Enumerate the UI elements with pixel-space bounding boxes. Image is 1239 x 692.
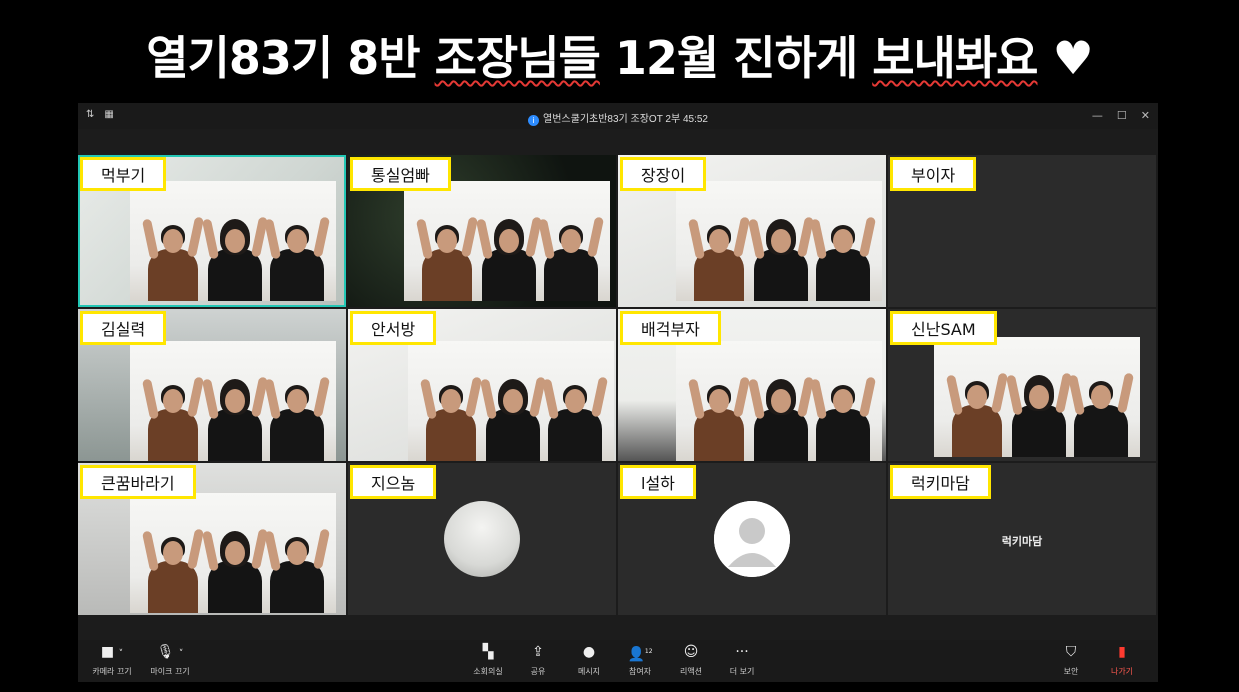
participant-count-badge: 12 <box>644 648 653 655</box>
mic-label: 마이크 끄기 <box>150 667 190 676</box>
person-figure <box>263 351 331 461</box>
group-photo <box>676 181 882 301</box>
headline: 열기83기 8반 조장님들 12월 진하게 보내봐요 ♥ <box>0 22 1239 88</box>
video-tile[interactable]: 통실엄빠 <box>348 155 616 307</box>
person-figure <box>263 503 331 613</box>
person-figure <box>419 351 483 461</box>
person-figure <box>201 351 269 461</box>
participant-label: 통실엄빠 <box>350 157 451 191</box>
video-tile[interactable]: 안서방 <box>348 309 616 461</box>
person-figure <box>201 191 269 301</box>
participant-label: 김실력 <box>80 311 167 345</box>
camera-label: 카메라 끄기 <box>92 667 132 676</box>
participant-label: 배걱부자 <box>620 311 721 345</box>
headline-part: 12월 진하게 <box>599 31 873 85</box>
participant-label: 큰꿈바라기 <box>80 465 196 499</box>
person-figure <box>1005 347 1073 457</box>
person-figure <box>475 191 543 301</box>
person-figure <box>141 351 205 461</box>
video-tile[interactable]: 김실력 <box>78 309 346 461</box>
group-photo <box>404 181 610 301</box>
participant-display-name: 럭키마담 <box>1001 535 1043 548</box>
headline-part: 조장님들 <box>434 31 601 85</box>
participant-label: 신난SAM <box>890 311 997 345</box>
maximize-button[interactable]: ☐ <box>1117 109 1127 122</box>
person-figure <box>263 191 331 301</box>
person-figure <box>479 351 547 461</box>
group-photo <box>934 337 1140 457</box>
video-tile[interactable]: 큰꿈바라기 <box>78 463 346 615</box>
more-button[interactable]: ··· 더 보기 <box>712 644 772 677</box>
video-tile[interactable]: 장장이 <box>618 155 886 307</box>
leave-button[interactable]: ▮ 나가기 <box>1092 644 1152 677</box>
mic-icon: 🎙 <box>156 644 175 660</box>
person-figure <box>537 191 605 301</box>
group-photo <box>408 341 614 461</box>
mic-button[interactable]: 🎙 ˅ 마이크 끄기 <box>140 644 200 677</box>
group-photo <box>130 341 336 461</box>
leave-label: 나가기 <box>1110 667 1134 676</box>
participant-label: 먹부기 <box>80 157 167 191</box>
person-figure <box>201 503 269 613</box>
headline-part: 열기83기 8반 <box>146 31 435 85</box>
info-icon[interactable]: i <box>528 115 540 126</box>
person-figure <box>1067 347 1135 457</box>
person-figure <box>687 351 751 461</box>
leave-icon: ▮ <box>1118 644 1126 660</box>
person-figure <box>141 191 205 301</box>
participant-label: 장장이 <box>620 157 707 191</box>
person-figure <box>747 351 815 461</box>
participant-label: 럭키마담 <box>890 465 991 499</box>
default-avatar-icon <box>714 501 790 577</box>
close-button[interactable]: ✕ <box>1141 109 1150 122</box>
camera-icon: ■ <box>100 644 115 660</box>
group-photo <box>130 181 336 301</box>
group-photo <box>676 341 882 461</box>
participants-icon: 👤 <box>627 646 645 663</box>
person-figure <box>747 191 815 301</box>
video-tile[interactable]: 신난SAM <box>888 309 1156 461</box>
chevron-down-icon[interactable]: ˅ <box>179 649 184 659</box>
title-bar: ⇅ ▦ i 열번스쿨기초반83기 조장OT 2부 45:52 — ☐ ✕ <box>78 103 1158 129</box>
meeting-title: 열번스쿨기초반83기 조장OT 2부 45:52 <box>543 114 708 125</box>
video-tile[interactable]: l설하 <box>618 463 886 615</box>
more-icon: ··· <box>735 644 749 660</box>
chevron-down-icon[interactable]: ˅ <box>119 649 124 659</box>
person-figure <box>141 503 205 613</box>
person-figure <box>809 351 877 461</box>
zoom-window: ⇅ ▦ i 열번스쿨기초반83기 조장OT 2부 45:52 — ☐ ✕ 먹부기 … <box>78 103 1158 682</box>
participant-label: l설하 <box>620 465 696 499</box>
video-tile[interactable]: 배걱부자 <box>618 309 886 461</box>
person-figure <box>809 191 877 301</box>
group-photo <box>130 493 336 613</box>
heart-text: ♥ <box>1037 31 1093 85</box>
video-tile[interactable]: 럭키마담 럭키마담 <box>888 463 1156 615</box>
video-tile[interactable]: 부이자 <box>888 155 1156 307</box>
profile-photo-avatar <box>444 501 520 577</box>
person-figure <box>945 347 1009 457</box>
meeting-toolbar: ■ ˅ 카메라 끄기 🎙 ˅ 마이크 끄기 ▚ 소회의실 ⇪ 공유 ● 메시지 … <box>78 640 1158 682</box>
participant-label: 지으놈 <box>350 465 437 499</box>
minimize-button[interactable]: — <box>1092 109 1103 122</box>
headline-part: 보내봐요 <box>872 31 1038 85</box>
participant-label: 부이자 <box>890 157 977 191</box>
person-figure <box>415 191 479 301</box>
person-figure <box>687 191 751 301</box>
video-tile[interactable]: 먹부기 <box>78 155 346 307</box>
more-label: 더 보기 <box>729 667 755 676</box>
participant-label: 안서방 <box>350 311 437 345</box>
video-tile[interactable]: 지으놈 <box>348 463 616 615</box>
camera-button[interactable]: ■ ˅ 카메라 끄기 <box>82 644 142 677</box>
person-figure <box>541 351 609 461</box>
